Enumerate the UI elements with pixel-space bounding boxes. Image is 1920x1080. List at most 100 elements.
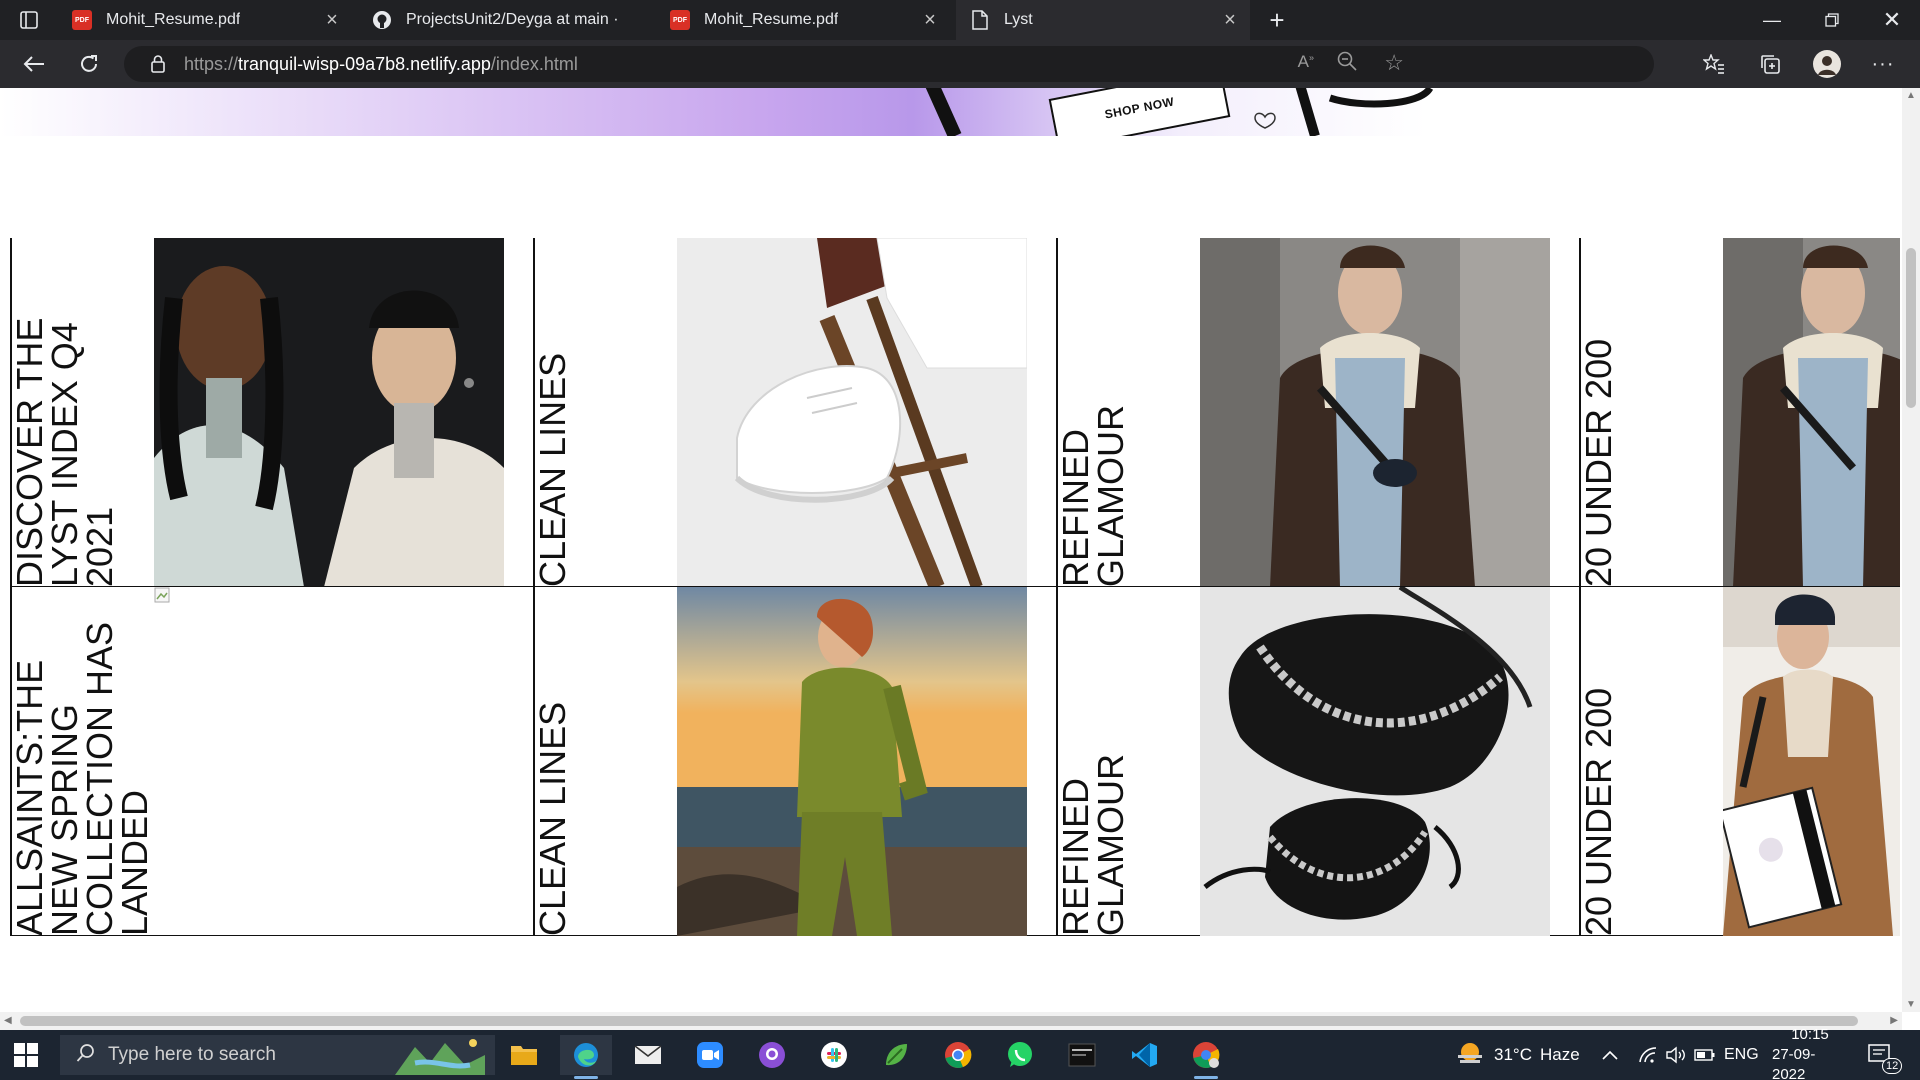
minimize-icon[interactable]: —: [1742, 0, 1802, 40]
tab-mohit-resume-2[interactable]: PDF Mohit_Resume.pdf ×: [656, 0, 950, 40]
close-tab-icon[interactable]: ×: [322, 10, 342, 30]
collection-grid: DISCOVER THE LYST INDEX Q4 2021 CLEAN LI…: [10, 238, 1900, 936]
close-window-icon[interactable]: ✕: [1862, 0, 1920, 40]
grid-card-allsaints[interactable]: ALLSAINTS:THE NEW SPRING COLLECTION HAS …: [10, 587, 533, 936]
pdf-icon: PDF: [670, 10, 690, 30]
url-path: /index.html: [490, 53, 578, 74]
chrome-icon[interactable]: [932, 1035, 984, 1075]
scroll-thumb[interactable]: [20, 1016, 1858, 1026]
close-tab-icon[interactable]: ×: [920, 10, 940, 30]
edge-icon[interactable]: [560, 1035, 612, 1079]
taskbar-search-box[interactable]: Type here to search: [60, 1035, 495, 1075]
black-chain-bags-photo[interactable]: [1200, 587, 1550, 936]
scroll-left-icon[interactable]: ◀: [4, 1015, 12, 1026]
more-menu-icon[interactable]: ···: [1866, 48, 1900, 80]
restore-icon[interactable]: [1802, 0, 1862, 40]
white-sneaker-photo[interactable]: [677, 238, 1027, 586]
broken-image[interactable]: [154, 587, 504, 936]
card-label-wrap: CLEAN LINES: [535, 587, 675, 936]
card-label-wrap: DISCOVER THE LYST INDEX Q4 2021: [10, 238, 152, 587]
page-viewport: SHOP NOW DISCOVER THE LYST INDEX Q4 2021: [0, 88, 1902, 1012]
grid-card-refined-glamour[interactable]: REFINED GLAMOUR: [1056, 238, 1579, 587]
zoom-out-icon[interactable]: [1336, 50, 1358, 77]
refresh-icon[interactable]: [72, 48, 106, 80]
mysql-icon[interactable]: [1056, 1035, 1108, 1075]
battery-icon[interactable]: [1694, 1030, 1716, 1080]
grid-card-20-under-200[interactable]: 20 UNDER 200: [1579, 238, 1900, 587]
two-models-photo[interactable]: [154, 238, 504, 586]
weather-widget[interactable]: 31°C Haze: [1456, 1030, 1580, 1080]
tab-github-deyga[interactable]: ProjectsUnit2/Deyga at main · Im: [358, 0, 652, 40]
grid-card-20-under-200-2[interactable]: 20 UNDER 200: [1579, 587, 1900, 936]
shearling-jacket-photo[interactable]: [1723, 238, 1900, 586]
github-desktop-icon[interactable]: [746, 1035, 798, 1075]
haze-sun-icon: [1456, 1041, 1484, 1070]
url-host: tranquil-wisp-09a7b8.netlify.app: [238, 53, 491, 74]
windows-start-icon[interactable]: [14, 1043, 38, 1067]
back-icon[interactable]: [17, 48, 51, 80]
card-label: 20 UNDER 200: [1579, 687, 1619, 936]
card-label-wrap: REFINED GLAMOUR: [1058, 238, 1198, 586]
url-scheme: https://: [184, 53, 239, 74]
horizontal-scrollbar[interactable]: ◀ ▶: [0, 1012, 1902, 1030]
tab-lyst[interactable]: Lyst ×: [956, 0, 1250, 40]
shearling-jacket-photo[interactable]: [1200, 238, 1550, 586]
clock[interactable]: 10:15 27-09-2022: [1772, 1026, 1848, 1080]
zoom-icon[interactable]: [684, 1035, 736, 1075]
page-icon: [970, 10, 990, 30]
card-label: REFINED GLAMOUR: [1056, 753, 1131, 936]
card-label-wrap: REFINED GLAMOUR: [1058, 587, 1198, 936]
favorites-icon[interactable]: [1697, 48, 1731, 80]
scroll-right-icon[interactable]: ▶: [1890, 1015, 1898, 1026]
notifications-icon[interactable]: 12: [1868, 1030, 1903, 1080]
close-tab-icon[interactable]: ×: [1220, 10, 1240, 30]
add-favorite-icon[interactable]: ☆: [1384, 50, 1404, 76]
tab-strip: PDF Mohit_Resume.pdf × ProjectsUnit2/Dey…: [0, 0, 1920, 40]
hero-banner: SHOP NOW: [0, 88, 1902, 136]
card-label: DISCOVER THE LYST INDEX Q4 2021: [10, 317, 120, 587]
profile-avatar[interactable]: [1810, 48, 1844, 80]
new-tab-icon[interactable]: +: [1260, 4, 1294, 36]
tab-actions-icon[interactable]: [12, 4, 46, 36]
collections-icon[interactable]: [1753, 48, 1787, 80]
grid-card-refined-glamour-2[interactable]: REFINED GLAMOUR: [1056, 587, 1579, 936]
camel-coat-photo[interactable]: [1723, 587, 1900, 936]
vertical-scrollbar[interactable]: ▲ ▼: [1902, 88, 1920, 1012]
card-label: ALLSAINTS:THE NEW SPRING COLLECTION HAS …: [10, 621, 155, 936]
card-label: 20 UNDER 200: [1579, 338, 1619, 587]
broken-image-icon: [154, 587, 170, 603]
tab-mohit-resume-1[interactable]: PDF Mohit_Resume.pdf ×: [58, 0, 352, 40]
browser-toolbar: https://tranquil-wisp-09a7b8.netlify.app…: [0, 40, 1920, 88]
language-label: ENG: [1724, 1046, 1759, 1063]
notification-count: 12: [1882, 1058, 1903, 1074]
grid-card-clean-lines-2[interactable]: CLEAN LINES: [533, 587, 1056, 936]
grid-card-lyst-index[interactable]: DISCOVER THE LYST INDEX Q4 2021: [10, 238, 533, 587]
vscode-icon[interactable]: [1118, 1035, 1170, 1075]
language-indicator[interactable]: ENG: [1724, 1030, 1759, 1080]
volume-icon[interactable]: [1666, 1030, 1688, 1080]
green-suit-beach-photo[interactable]: [677, 587, 1027, 936]
read-aloud-icon[interactable]: A»: [1298, 52, 1314, 72]
lock-icon[interactable]: [140, 46, 176, 82]
card-label-wrap: 20 UNDER 200: [1581, 587, 1721, 936]
show-hidden-icons[interactable]: [1602, 1030, 1618, 1080]
search-placeholder: Type here to search: [108, 1044, 276, 1065]
leaf-app-icon[interactable]: [870, 1035, 922, 1075]
card-label: CLEAN LINES: [533, 352, 573, 587]
windows-taskbar: Type here to search 31°C Haze ENG 10:15 …: [0, 1026, 1920, 1080]
chrome-profile-icon[interactable]: [1180, 1035, 1232, 1079]
tab-title: Mohit_Resume.pdf: [106, 11, 241, 28]
wifi-icon[interactable]: [1638, 1030, 1658, 1080]
scroll-thumb[interactable]: [1906, 248, 1916, 408]
mail-icon[interactable]: [622, 1035, 674, 1075]
address-bar[interactable]: https://tranquil-wisp-09a7b8.netlify.app…: [124, 46, 1654, 82]
search-highlight-icon: [395, 1035, 485, 1080]
slack-icon[interactable]: [808, 1035, 860, 1075]
scroll-down-icon[interactable]: ▼: [1906, 999, 1916, 1010]
whatsapp-icon[interactable]: [994, 1035, 1046, 1075]
url-text: https://tranquil-wisp-09a7b8.netlify.app…: [184, 54, 578, 75]
grid-card-clean-lines[interactable]: CLEAN LINES: [533, 238, 1056, 587]
search-icon: [76, 1043, 96, 1068]
scroll-up-icon[interactable]: ▲: [1906, 90, 1916, 101]
file-explorer-icon[interactable]: [498, 1035, 550, 1075]
